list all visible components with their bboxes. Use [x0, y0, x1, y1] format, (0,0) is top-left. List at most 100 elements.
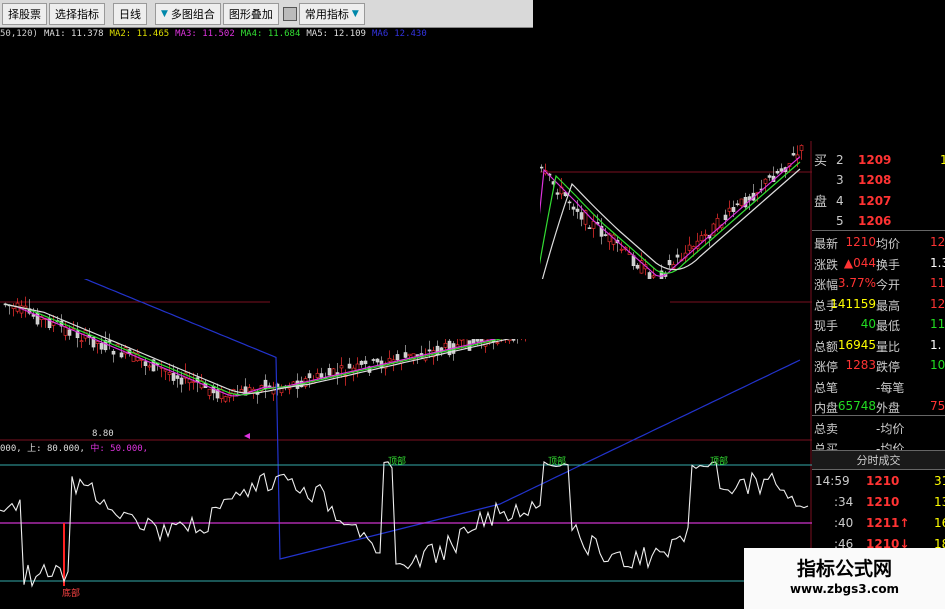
candle-body [147, 365, 152, 368]
stat-row: 涨跌 ▲044换手 1.3 [812, 253, 945, 275]
ma1-value: MA1: 11.378 [43, 29, 104, 39]
candle-body [167, 372, 172, 375]
stat-label: 总额 [814, 339, 839, 354]
candle-body [567, 201, 572, 204]
candle-body [99, 343, 104, 350]
candle-body [687, 244, 692, 251]
candle-body [339, 365, 344, 369]
stat-value: 12 [930, 296, 945, 311]
tick-price: 1210 [866, 495, 900, 509]
tick-volume: 13 [934, 495, 945, 509]
tick-row: 14:59 1210 31 [812, 474, 945, 494]
watermark-url: www.zbgs3.com [789, 582, 900, 596]
tick-time: :40 [834, 516, 854, 530]
daily-period-button[interactable]: 日线 [113, 2, 147, 25]
tick-time: :34 [834, 495, 854, 509]
ma3-value: MA3: 11.502 [175, 29, 235, 39]
candle-body [735, 203, 740, 206]
ma2-value: MA2: 11.465 [109, 29, 170, 39]
candle-body [779, 168, 784, 172]
candle-body [375, 358, 380, 363]
select-stock-button[interactable]: 择股票 [2, 2, 47, 25]
candle-body [495, 342, 500, 345]
ticks-header[interactable]: 分时成交 [812, 450, 945, 470]
osc-top-label-2: 顶部 [548, 455, 566, 467]
low-price-label: 8.80 [92, 429, 114, 439]
common-indicator-button[interactable]: 常用指标 ▼ [298, 2, 365, 25]
chart-canvas[interactable]: 8.80 顶部 顶部 顶部 底部 [0, 44, 812, 609]
buy-level-4[interactable]: 4 1207 [812, 191, 945, 213]
candle-body [347, 363, 352, 369]
candle-body [575, 208, 580, 212]
buy-level-2[interactable]: 2 1209 1 [812, 150, 945, 172]
overlay-button[interactable]: 图形叠加 [222, 2, 279, 25]
mask-block [270, 279, 540, 327]
buy-level-3[interactable]: 3 1208 [812, 170, 945, 192]
candle-body [247, 387, 252, 392]
candle-body [675, 254, 680, 258]
candle-body [739, 198, 744, 206]
stat-label: 今开 [876, 278, 901, 292]
stat-value: 11 [930, 276, 945, 290]
candle-body [427, 349, 432, 352]
candle-body [407, 353, 412, 357]
stat-value: ▲044 [843, 255, 876, 270]
candle-body [775, 171, 780, 174]
tick-row: :34 1210 13 [812, 495, 945, 515]
candle-body [371, 359, 376, 361]
candle-body [119, 352, 124, 358]
multi-chart-button[interactable]: ▼ 多图组合 [155, 2, 221, 25]
watermark-title: 指标公式网 [796, 558, 892, 580]
stat-label: 涨幅 [814, 278, 839, 292]
mask-block [540, 279, 670, 344]
stat-value: 1283 [845, 358, 876, 372]
stat-label: 跌停 [876, 360, 901, 374]
stat-value: 1.3 [930, 255, 945, 270]
candle-body [763, 178, 768, 184]
candle-body [635, 264, 640, 269]
divider [812, 414, 945, 416]
stat-value: 65748 [837, 399, 876, 413]
stat-value: 11 [930, 317, 945, 331]
candle-body [207, 388, 212, 396]
divider [812, 230, 945, 231]
stat-value: 1210 [845, 235, 876, 249]
candle-body [791, 153, 796, 156]
candle-body [239, 389, 244, 393]
tick-volume: 31 [934, 474, 945, 488]
candle-body [703, 233, 708, 236]
stat-row: 涨幅 3.77% 今开 11 [812, 273, 945, 295]
stat-row: 总卖 -均价 [812, 417, 945, 439]
candle-body [667, 260, 672, 266]
stat-row: 总笔 -每笔 [812, 376, 945, 398]
candle-body [603, 234, 608, 236]
stat-value: 1. [930, 337, 942, 352]
ma4-value: MA4: 11.684 [240, 29, 301, 39]
candle-body [403, 352, 408, 358]
stat-label: 总笔 [814, 380, 839, 395]
select-indicator-button[interactable]: 选择指标 [49, 2, 105, 25]
candle-body [287, 387, 292, 390]
candle-body [23, 305, 28, 309]
stat-label: 内盘 [814, 401, 839, 415]
candle-body [539, 166, 544, 169]
stat-label: 最低 [876, 319, 901, 333]
candle-body [727, 207, 732, 212]
candle-body [579, 212, 584, 220]
stat-row: 现手 40 最低 11 [812, 314, 945, 336]
dropdown-icon: ▼ [351, 8, 359, 19]
toolbar: 择股票 选择指标 日线 ▼ 多图组合 图形叠加 常用指标 ▼ [0, 0, 533, 28]
candle-body [699, 235, 704, 242]
stat-value: 3.77% [837, 276, 876, 290]
candle-body [223, 396, 228, 402]
candle-body [219, 389, 224, 399]
lock-icon[interactable] [282, 6, 297, 21]
candle-body [619, 248, 624, 251]
ma-params: 50,120) [0, 29, 38, 39]
candle-body [315, 372, 320, 378]
candle-body [767, 175, 772, 178]
tick-time: 14:59 [815, 474, 850, 488]
candle-body [647, 272, 652, 280]
tick-volume: 16 [934, 516, 945, 530]
candle-body [171, 373, 176, 381]
